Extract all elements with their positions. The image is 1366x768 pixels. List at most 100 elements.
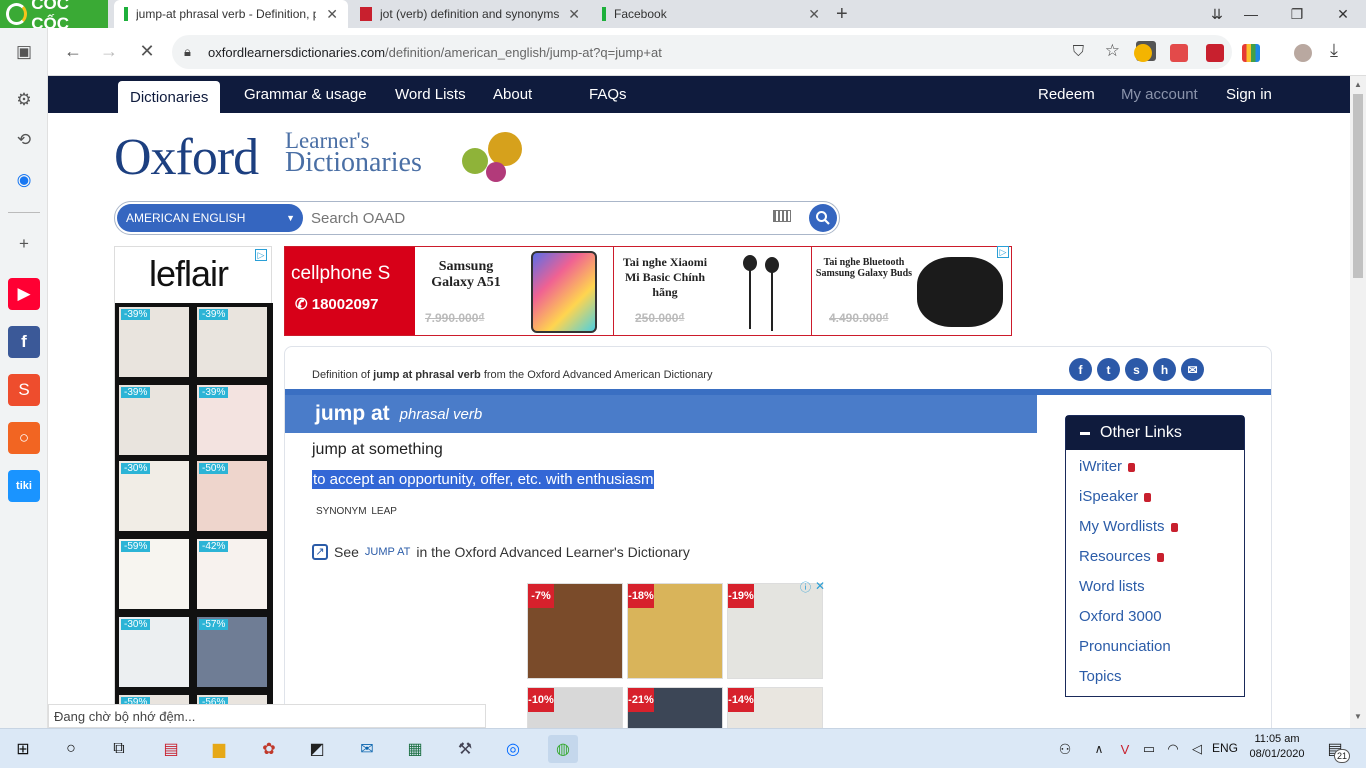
keyboard-icon[interactable] [773, 210, 791, 222]
link-ispeaker[interactable]: iSpeaker [1079, 488, 1152, 505]
link-oxford-3000[interactable]: Oxford 3000 [1079, 608, 1162, 625]
nav-word-lists[interactable]: Word Lists [395, 76, 466, 113]
synonym-link[interactable]: LEAP [371, 506, 397, 517]
stumbleupon-share-icon[interactable]: s [1125, 358, 1148, 381]
tab-jot[interactable]: jot (verb) definition and synonyms ✕ [350, 0, 590, 28]
sync-ext-icon[interactable] [1206, 44, 1224, 62]
link-resources[interactable]: Resources [1079, 548, 1164, 565]
maximize-button[interactable]: ❐ [1274, 0, 1320, 28]
back-button[interactable]: ← [58, 36, 88, 66]
page-scrollbar[interactable]: ▲ ▼ [1350, 76, 1366, 728]
cortana-search-icon[interactable]: ○ [56, 735, 86, 763]
scrollbar-thumb[interactable] [1353, 94, 1363, 278]
forward-button[interactable]: → [94, 36, 124, 66]
sticky-app-icon[interactable]: ◩ [302, 735, 332, 763]
clock[interactable]: 11:05 am 08/01/2020 [1246, 733, 1308, 760]
nav-about[interactable]: About [493, 76, 532, 113]
youtube-icon[interactable]: ▶ [8, 278, 40, 310]
messenger-icon[interactable]: ◉ [8, 164, 40, 196]
palette-ext-icon[interactable] [1242, 44, 1260, 62]
furniture-ad[interactable]: -7% -18% -19% -10% -21% -14% ⓘ ✕ [527, 579, 825, 728]
zalo-icon[interactable]: ◎ [498, 735, 528, 763]
search-input[interactable] [311, 206, 771, 230]
stop-loading-button[interactable]: ✕ [132, 36, 162, 66]
downloads-icon[interactable]: ⤓ [1330, 40, 1338, 61]
chrome-ext-icon[interactable] [1134, 44, 1152, 62]
see-link[interactable]: JUMP AT [365, 546, 410, 558]
outlook-icon[interactable]: ✉ [352, 735, 382, 763]
search-button[interactable] [809, 204, 837, 232]
adchoices-icon[interactable]: ⓘ [800, 579, 811, 595]
minimize-button[interactable]: — [1228, 0, 1274, 28]
nav-dictionaries[interactable]: Dictionaries [118, 81, 221, 113]
link-my-wordlists[interactable]: My Wordlists [1079, 518, 1178, 535]
tab-facebook[interactable]: Facebook ✕ [592, 0, 830, 28]
task-view-icon[interactable]: ⧉ [104, 735, 134, 763]
ad-tile[interactable]: -21% [627, 687, 723, 728]
nav-grammar-usage[interactable]: Grammar & usage [244, 76, 367, 113]
close-tab-icon[interactable]: ✕ [808, 6, 820, 23]
history-icon[interactable]: ⟲ [8, 124, 40, 156]
tiki-icon[interactable]: tiki [8, 470, 40, 502]
sidebar-toggle-icon[interactable]: ▣ [8, 36, 40, 68]
tab-jump-at[interactable]: jump-at phrasal verb - Definition, p ✕ [114, 0, 348, 28]
cellphones-banner-ad[interactable]: cellphone S ✆ 18002097 Samsung Galaxy A5… [284, 246, 1012, 336]
utility-app-icon[interactable]: ⚒ [450, 735, 480, 763]
product-tile[interactable]: -57% [195, 615, 269, 689]
leflair-ad[interactable]: leflair ▷ -39% -39% -39% -39% -30% -50% … [114, 246, 273, 728]
ad-tile[interactable]: -10% [527, 687, 623, 728]
profile-avatar[interactable] [1294, 44, 1312, 62]
twitter-share-icon[interactable]: t [1097, 358, 1120, 381]
product-tile[interactable]: -30% [117, 615, 191, 689]
new-tab-button[interactable]: + [836, 3, 848, 26]
volume-icon[interactable]: ◁ [1182, 735, 1212, 763]
facebook-share-icon[interactable]: f [1069, 358, 1092, 381]
close-window-button[interactable]: ✕ [1320, 0, 1366, 28]
facebook-icon[interactable]: f [8, 326, 40, 358]
product-tile[interactable]: -50% [195, 459, 269, 533]
link-iwriter[interactable]: iWriter [1079, 458, 1136, 475]
product-tile[interactable]: -39% [117, 383, 191, 457]
product-tile[interactable]: -39% [195, 383, 269, 457]
link-pronunciation[interactable]: Pronunciation [1079, 638, 1171, 655]
adblock-ext-icon[interactable] [1170, 44, 1188, 62]
settings-gear-icon[interactable]: ⚙ [8, 84, 40, 116]
product-tile[interactable]: -42% [195, 537, 269, 611]
address-bar[interactable]: 🔒︎ oxfordlearnersdictionaries.com /defin… [172, 35, 1232, 69]
add-panel-icon[interactable]: + [8, 228, 40, 260]
coccoc-menu-button[interactable]: CỐC CỐC [0, 0, 108, 33]
product-tile[interactable]: -59% [117, 537, 191, 611]
people-icon[interactable]: ⚇ [1050, 735, 1080, 763]
nav-redeem[interactable]: Redeem [1038, 76, 1095, 113]
ad-tile[interactable]: -19% [727, 583, 823, 679]
windows-start-icon[interactable]: ⊞ [8, 735, 38, 763]
language-indicator[interactable]: ENG [1212, 741, 1238, 755]
excel-icon[interactable]: ▦ [400, 735, 430, 763]
nav-sign-in[interactable]: Sign in [1226, 76, 1272, 113]
ad-tile[interactable]: -14% [727, 687, 823, 728]
email-share-icon[interactable]: ✉ [1181, 358, 1204, 381]
office-app-icon[interactable]: ▤ [156, 735, 186, 763]
product-tile[interactable]: -30% [117, 459, 191, 533]
dictionary-select[interactable]: AMERICAN ENGLISH ▼ [117, 204, 303, 232]
close-tab-icon[interactable]: ✕ [326, 6, 338, 23]
shield-icon[interactable]: ⛉ [1073, 43, 1084, 60]
paint-app-icon[interactable]: ✿ [254, 735, 284, 763]
adchoices-icon[interactable]: ▷ [997, 246, 1009, 258]
close-ad-icon[interactable]: ✕ [815, 579, 825, 593]
adchoices-icon[interactable]: ▷ [255, 249, 267, 261]
ad-tile[interactable]: -7% [527, 583, 623, 679]
scroll-up-icon[interactable]: ▲ [1354, 80, 1362, 89]
coccoc-taskbar-icon[interactable]: ◍ [548, 735, 578, 763]
scroll-down-icon[interactable]: ▼ [1354, 712, 1362, 721]
file-explorer-icon[interactable]: ▆ [204, 735, 234, 763]
ad-tile[interactable]: -18% [627, 583, 723, 679]
product-tile[interactable]: -39% [195, 305, 269, 379]
link-word-lists[interactable]: Word lists [1079, 578, 1145, 595]
shopee-icon[interactable]: S [8, 374, 40, 406]
link-topics[interactable]: Topics [1079, 668, 1122, 685]
bookmark-star-icon[interactable]: ☆ [1105, 41, 1120, 61]
nav-my-account[interactable]: My account [1121, 76, 1198, 113]
product-tile[interactable]: -39% [117, 305, 191, 379]
other-links-header[interactable]: Other Links [1066, 416, 1244, 450]
